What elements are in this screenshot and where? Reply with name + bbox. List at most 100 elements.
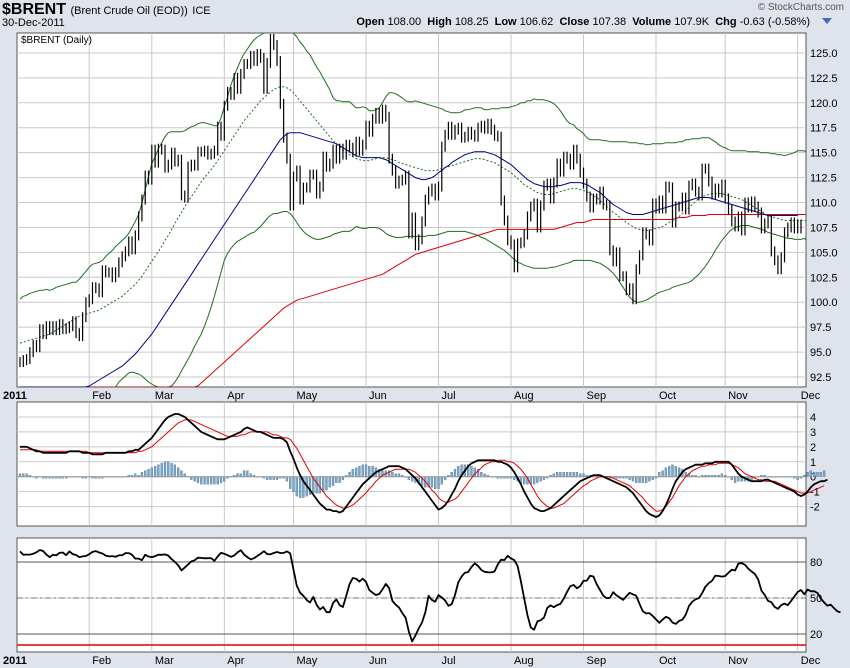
macd-histogram-bar [335,476,338,483]
bottom-x-month-label: May [297,655,318,667]
bottom-x-month-label: Mar [155,655,174,667]
macd-histogram-bar [457,466,460,477]
macd-histogram-bar [361,464,364,477]
macd-histogram-bar [368,466,371,477]
bottom-x-month-label: Dec [801,655,821,667]
macd-histogram-bar [559,472,562,477]
macd-histogram-bar [644,476,648,483]
macd-histogram-bar [219,476,223,483]
price-x-month-label: Mar [155,390,174,402]
bottom-x-month-label: Sep [587,655,607,667]
macd-histogram-bar [331,476,335,486]
bottom-x-year-label: 2011 [3,655,27,667]
macd-histogram-bar [209,476,213,485]
macd-histogram-bar [160,463,163,477]
price-y-tick-label: 95.0 [810,347,831,359]
rsi-y-tick-label: 20 [810,629,822,641]
macd-histogram-bar [565,472,569,477]
price-x-month-label: Jun [369,390,387,402]
macd-histogram-bar [638,476,641,483]
macd-histogram-bar [206,476,209,485]
macd-histogram-bar [480,472,483,477]
macd-histogram-bar [661,470,664,477]
macd-histogram-bar [170,463,173,477]
macd-histogram-bar [470,466,473,477]
macd-histogram-bar [328,476,331,488]
macd-histogram-bar [180,470,183,477]
macd-histogram-bar [322,476,325,492]
price-y-tick-label: 97.5 [810,322,831,334]
price-x-year-label: 2011 [3,390,27,402]
price-y-tick-label: 100.0 [810,297,838,309]
macd-y-tick-label: 1 [810,457,816,469]
macd-histogram-bar [315,476,318,494]
macd-histogram-bar [631,476,635,482]
price-x-month-label: Dec [801,390,821,402]
chart-area: 92.595.097.5100.0102.5105.0107.5110.0112… [3,32,841,667]
bottom-x-month-label: Aug [514,655,534,667]
price-x-month-label: Sep [587,390,607,402]
macd-histogram-bar [532,476,536,485]
macd-histogram-bar [223,476,226,482]
macd-histogram-bar [354,467,358,477]
bottom-x-month-label: Jun [369,655,387,667]
price-x-month-label: Oct [659,390,676,402]
macd-histogram-bar [572,472,575,477]
macd-histogram-bar [325,476,328,491]
price-y-tick-label: 122.5 [810,73,838,85]
price-y-tick-label: 120.0 [810,98,838,110]
macd-histogram-bar [216,476,219,485]
price-x-month-label: Feb [92,390,111,402]
macd-histogram-bar [575,472,579,477]
price-y-tick-label: 107.5 [810,222,838,234]
price-x-month-label: Nov [728,390,748,402]
price-y-tick-label: 117.5 [810,123,837,135]
macd-histogram-bar [157,464,160,477]
macd-histogram-bar [733,476,737,483]
rsi-panel-bg [16,537,807,653]
macd-y-tick-label: 4 [810,412,816,424]
rsi-y-tick-label: 80 [810,557,822,569]
price-y-tick-label: 102.5 [810,272,838,284]
macd-histogram-bar [806,472,809,477]
macd-histogram-bar [440,476,443,485]
price-x-month-label: Apr [227,390,244,402]
bottom-x-month-label: Feb [92,655,111,667]
macd-histogram-bar [153,466,157,477]
macd-histogram-bar [671,464,674,477]
macd-y-tick-label: 2 [810,442,816,454]
macd-histogram-bar [364,464,368,477]
macd-histogram-bar [351,469,354,477]
macd-y-tick-label: 3 [810,427,816,439]
bottom-x-month-label: Oct [659,655,676,667]
macd-y-tick-label: -2 [810,502,820,514]
price-x-month-label: Aug [514,390,534,402]
bottom-x-month-label: Jul [442,655,456,667]
macd-histogram-bar [289,476,292,489]
macd-histogram-bar [200,476,203,485]
macd-histogram-bar [196,476,200,483]
macd-histogram-bar [140,472,144,477]
macd-histogram-bar [450,472,453,477]
macd-histogram-bar [163,461,167,477]
macd-histogram-bar [809,470,813,477]
price-y-tick-label: 105.0 [810,247,838,259]
macd-histogram-bar [213,476,216,485]
macd-histogram-bar [737,476,740,482]
macd-histogram-bar [144,470,147,477]
macd-histogram-bar [648,476,651,482]
macd-histogram-bar [430,476,434,488]
macd-histogram-bar [295,476,298,497]
macd-histogram-bar [338,476,341,483]
macd-histogram-bar [664,467,668,477]
macd-histogram-bar [523,476,526,485]
macd-histogram-bar [348,472,351,477]
macd-histogram-bar [555,472,559,477]
price-y-tick-label: 92.5 [810,372,831,384]
bottom-x-month-label: Nov [728,655,748,667]
macd-histogram-bar [203,476,206,485]
macd-histogram-bar [536,476,539,483]
stock-chart: $BRENT (Brent Crude Oil (EOD)) ICE 30-De… [0,0,850,668]
macd-histogram-bar [562,472,565,477]
macd-histogram-bar [193,476,196,482]
